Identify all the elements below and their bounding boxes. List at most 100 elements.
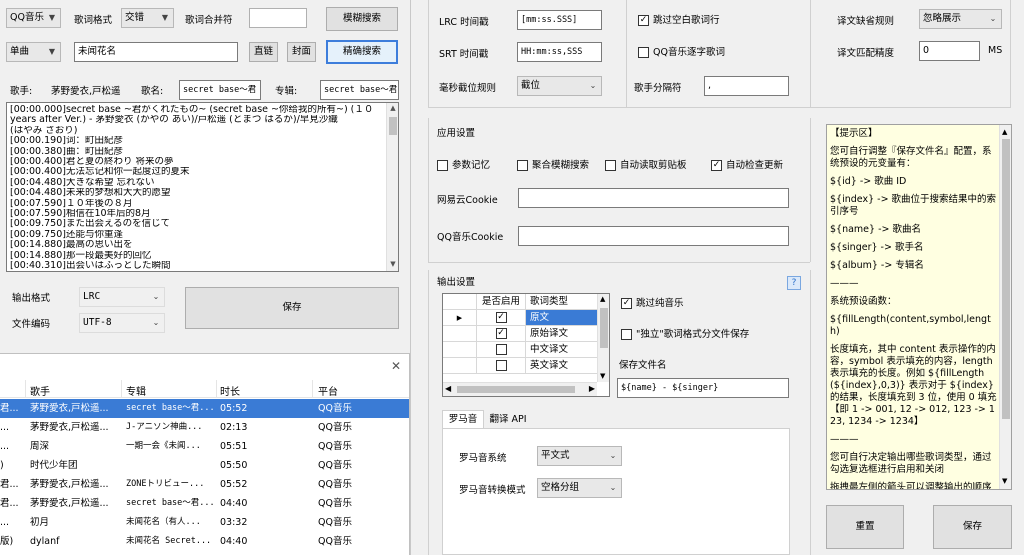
lyrics-scrollbar[interactable]: ▲ ▼ [386,103,398,271]
lrc-timestamp-input[interactable]: [mm:ss.SSS] [517,10,602,30]
missing-rule-select[interactable]: 忽略展示 ⌄ [919,9,1002,29]
output-format-select[interactable]: LRC ⌄ [79,287,165,307]
grid-vscroll[interactable]: ▲ ▼ [597,294,609,382]
song-name-field[interactable]: secret base～君 [179,80,261,100]
row-lyric-type[interactable]: 原始译文 [526,326,598,342]
cover-button[interactable]: 封面 [287,42,316,62]
keyword-input[interactable]: 未闻花名 [74,42,238,62]
table-row[interactable]: 版) dylanf 未闻花名 Secret... 04:40 QQ音乐 [0,532,409,551]
row-drag-handle-icon[interactable] [443,358,477,374]
lyric-type-grid[interactable]: 是否启用 歌词类型 ▶ ✓ 原文 ✓ 原始译文 中文译文 英文译文 ▲ ▼ ◀ ▶ [442,293,610,397]
checkbox-icon[interactable] [638,47,649,58]
auto-update-checkbox[interactable]: ✓ 自动检查更新 [711,157,783,171]
aggregate-fuzzy-checkbox[interactable]: 聚合模糊搜索 [517,157,589,171]
auto-clipboard-checkbox[interactable]: 自动读取剪贴板 [605,157,687,171]
row-enabled-checkbox[interactable] [477,342,526,358]
skip-empty-checkbox[interactable]: ✓ 跳过空白歌词行 [638,12,720,26]
exact-search-button[interactable]: 精确搜索 [326,40,398,64]
netease-cookie-input[interactable] [518,188,789,208]
lyrics-lines: [00:00.000]secret base ~君がくれたもの~ (secret… [10,105,395,271]
scroll-down-icon[interactable]: ▼ [387,259,398,271]
row-enabled-checkbox[interactable] [477,358,526,374]
table-row[interactable]: 君... 茅野愛衣,戸松遥... ZONEトリビュー... 05:52 QQ音乐 [0,475,409,494]
help-icon[interactable]: ? [787,276,801,290]
scroll-up-icon[interactable]: ▲ [600,295,605,303]
checkbox-icon[interactable] [605,160,616,171]
lyrics-textarea[interactable]: [00:00.000]secret base ~君がくれたもの~ (secret… [6,102,399,272]
chevron-down-icon: ⌄ [989,14,997,23]
tip-paragraph: ${singer} -> 歌手名 [830,242,924,253]
table-row[interactable]: ... 周深 一期一会《未闻... 05:51 QQ音乐 [0,437,409,456]
tab-translate-api[interactable]: 翻译 API [485,411,531,429]
romaji-mode-select[interactable]: 空格分组 ⌄ [537,478,622,498]
checkbox-icon[interactable]: ✓ [621,298,632,309]
type-select[interactable]: 单曲 ▼ [6,42,61,62]
row-enabled-checkbox[interactable]: ✓ [477,326,526,342]
checkbox-icon[interactable] [495,360,507,371]
row-enabled-checkbox[interactable]: ✓ [477,310,526,326]
lyric-format-select[interactable]: 交错 ▼ [121,8,174,28]
checkbox-icon[interactable] [437,160,448,171]
col-singer[interactable]: 歌手 [30,383,50,398]
scroll-right-icon[interactable]: ▶ [589,384,595,393]
scroll-up-icon[interactable]: ▲ [1002,126,1007,138]
separate-file-checkbox[interactable]: "独立"歌词格式分文件保存 [621,326,749,340]
row-drag-handle-icon[interactable] [443,326,477,342]
scroll-left-icon[interactable]: ◀ [445,384,451,393]
album-field[interactable]: secret base～君 [320,80,399,100]
scroll-up-icon[interactable]: ▲ [387,103,398,115]
checkbox-icon[interactable] [621,329,632,340]
lyric-format-value: 交错 [125,12,145,23]
param-memory-checkbox[interactable]: 参数记忆 [437,157,490,171]
tips-area[interactable]: 【提示区】 您可自行调整『保存文件名』配置，系统预设的元变量有： ${id} -> … [826,124,1012,490]
col-platform[interactable]: 平台 [318,383,338,398]
direct-link-button[interactable]: 直链 [249,42,278,62]
checkbox-icon[interactable]: ✓ [711,160,722,171]
col-album[interactable]: 专辑 [126,383,146,398]
fuzzy-search-button[interactable]: 模糊搜索 [326,7,398,31]
scroll-thumb[interactable] [1002,139,1010,419]
source-select[interactable]: QQ音乐 ▼ [6,8,61,28]
checkbox-icon[interactable]: ✓ [638,15,649,26]
save-output-button[interactable]: 保存 [185,287,399,329]
table-row[interactable]: ) 时代少年团 05:50 QQ音乐 [0,456,409,475]
lyric-line: [00:14.880]最高の思い出を [10,240,133,251]
qq-cookie-input[interactable] [518,226,789,246]
checkbox-icon[interactable]: ✓ [495,328,507,339]
singer-sep-input[interactable]: , [704,76,789,96]
table-row[interactable]: ... 初月 未闻花名（有人... 03:32 QQ音乐 [0,513,409,532]
table-row[interactable]: 君... 茅野愛衣,戸松遥... secret base～君... 04:40 QQ音乐 [0,494,409,513]
ms-rule-select[interactable]: 截位 ⌄ [517,76,602,96]
row-lyric-type[interactable]: 原文 [526,310,598,326]
scroll-thumb[interactable] [389,117,397,135]
checkbox-icon[interactable] [495,344,507,355]
scroll-down-icon[interactable]: ▼ [1002,475,1007,487]
row-drag-handle-icon[interactable] [443,342,477,358]
table-row[interactable]: ... 茅野愛衣,戸松遥... J-アニソン神曲... 02:13 QQ音乐 [0,418,409,437]
scroll-thumb[interactable] [600,308,608,348]
match-precision-input[interactable]: 0 [919,41,980,61]
scroll-down-icon[interactable]: ▼ [600,372,605,380]
qq-word-checkbox[interactable]: QQ音乐逐字歌词 [638,44,725,58]
lyric-merge-input[interactable] [249,8,307,28]
row-lyric-type[interactable]: 中文译文 [526,342,598,358]
save-settings-button[interactable]: 保存 [933,505,1012,549]
save-filename-input[interactable]: ${name} - ${singer} [617,378,789,398]
tab-romaji[interactable]: 罗马音 [442,410,484,428]
checkbox-icon[interactable] [517,160,528,171]
srt-timestamp-input[interactable]: HH:mm:ss,SSS [517,42,602,62]
col-duration[interactable]: 时长 [220,383,240,398]
romaji-system-select[interactable]: 平文式 ⌄ [537,446,622,466]
row-lyric-type[interactable]: 英文译文 [526,358,598,374]
close-icon[interactable]: ✕ [391,359,401,373]
reset-button[interactable]: 重置 [826,505,904,549]
grid-hscroll[interactable]: ◀ ▶ [443,382,597,396]
row-drag-handle-icon[interactable]: ▶ [443,310,477,326]
scroll-thumb[interactable] [457,386,575,393]
encoding-select[interactable]: UTF-8 ⌄ [79,313,165,333]
tips-scrollbar[interactable]: ▲ ▼ [999,125,1011,489]
checkbox-icon[interactable]: ✓ [495,312,507,323]
cell-platform: QQ音乐 [318,479,352,490]
table-row[interactable]: 君... 茅野愛衣,戸松遥... secret base～君... 05:52 QQ音乐 [0,399,409,418]
skip-pure-music-checkbox[interactable]: ✓ 跳过纯音乐 [621,295,684,309]
